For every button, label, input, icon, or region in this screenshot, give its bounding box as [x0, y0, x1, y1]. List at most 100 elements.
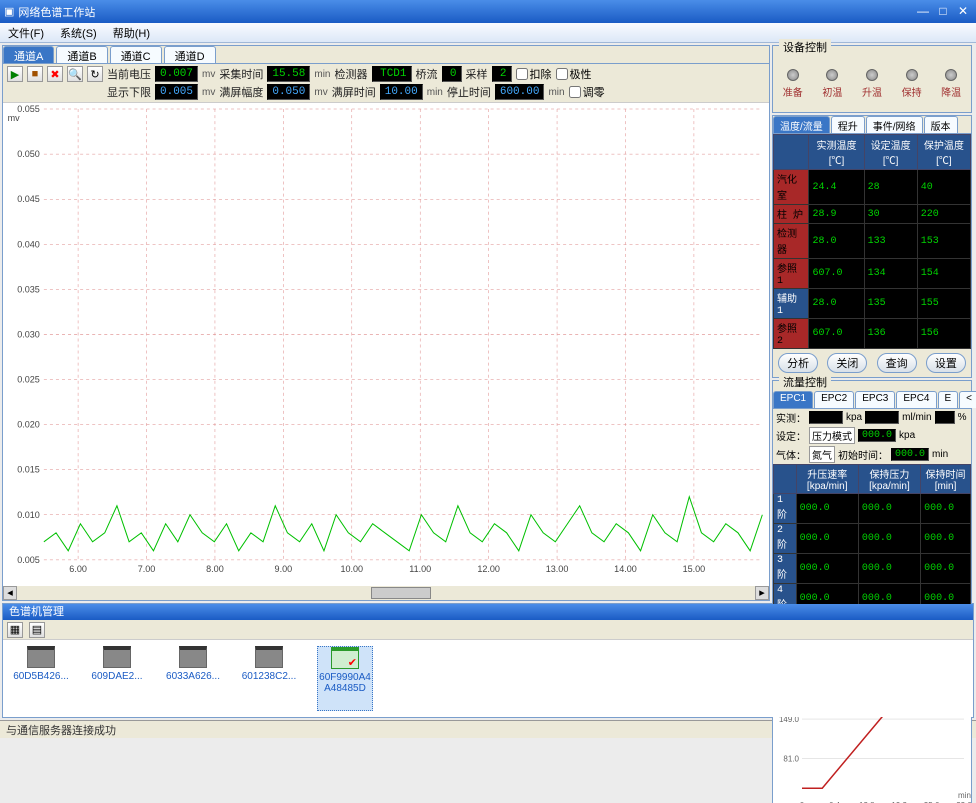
disp-low-value[interactable]: 0.005 [155, 84, 198, 100]
device-item-4[interactable]: 60F9990A4A48485D [317, 646, 373, 711]
tab-channel-c[interactable]: 通道C [110, 46, 162, 63]
view-large-icon[interactable]: ▤ [29, 622, 45, 638]
chart-scrollbar[interactable]: ◂ ▸ [3, 586, 769, 600]
init-time-label: 初始时间： [838, 447, 888, 462]
clean-amp-value[interactable]: 0.050 [267, 84, 310, 100]
device-item-0[interactable]: 60D5B426... [13, 646, 69, 711]
tab-channel-d[interactable]: 通道D [164, 46, 216, 63]
tab-channel-a[interactable]: 通道A [3, 46, 54, 63]
polarity-checkbox[interactable]: 极性 [556, 66, 592, 82]
measured-kpa [809, 411, 843, 424]
sub-tab-0[interactable]: 温度/流量 [773, 116, 830, 133]
window-title: 网络色谱工作站 [14, 4, 912, 20]
disp-low-label: 显示下限 [107, 84, 151, 100]
zoom-icon[interactable]: 🔍 [67, 66, 83, 82]
led-2[interactable]: 升温 [862, 69, 882, 99]
titlebar: ▣ 网络色谱工作站 — □ ✕ [0, 0, 976, 23]
bridge-label: 桥流 [416, 66, 438, 82]
sample-time-value: 15.58 [267, 66, 310, 82]
zero-checkbox[interactable]: 调零 [569, 84, 605, 100]
clean-amp-label: 满屏幅度 [219, 84, 263, 100]
epc-tab-1[interactable]: EPC2 [814, 391, 854, 408]
gas-select[interactable]: 氮气 [809, 446, 835, 463]
led-1[interactable]: 初温 [822, 69, 842, 99]
led-3[interactable]: 保持 [902, 69, 922, 99]
epc-tab-3[interactable]: EPC4 [896, 391, 936, 408]
table-row: 检测器28.0133153 [774, 224, 971, 259]
table-row: 3 阶000.0000.0000.0 [774, 554, 971, 584]
device-item-2[interactable]: 6033A626... [165, 646, 221, 711]
stop-time-value[interactable]: 600.00 [495, 84, 545, 100]
delete-icon[interactable]: ✖ [47, 66, 63, 82]
svg-text:8.00: 8.00 [206, 564, 224, 574]
deduct-checkbox[interactable]: 扣除 [516, 66, 552, 82]
table-row: 辅助 128.0135155 [774, 289, 971, 319]
init-time-value[interactable]: 000.0 [891, 448, 929, 461]
epc-tab-left[interactable]: < [959, 391, 976, 408]
view-small-icon[interactable]: ▦ [7, 622, 23, 638]
epc-tab-4[interactable]: E [938, 391, 959, 408]
menu-system[interactable]: 系统(S) [52, 25, 105, 41]
device-icon [331, 647, 359, 669]
current-voltage-label: 当前电压 [107, 66, 151, 82]
svg-text:0.050: 0.050 [17, 149, 40, 159]
mode-select[interactable]: 压力模式 [809, 427, 855, 444]
device-icon [255, 646, 283, 668]
svg-text:mv: mv [8, 113, 21, 123]
gas-label: 气体： [776, 447, 806, 462]
flow-control-title: 流量控制 [779, 374, 831, 390]
sub-tab-3[interactable]: 版本 [924, 116, 958, 133]
sub-tab-1[interactable]: 程升 [831, 116, 865, 133]
led-dot-icon [787, 69, 799, 81]
bridge-value: 0 [442, 66, 462, 82]
svg-text:32.0: 32.0 [956, 801, 971, 803]
svg-text:0.025: 0.025 [17, 375, 40, 385]
led-4[interactable]: 降温 [941, 69, 961, 99]
svg-text:0.020: 0.020 [17, 420, 40, 430]
menu-file[interactable]: 文件(F) [0, 25, 52, 41]
svg-text:0: 0 [800, 801, 805, 803]
detector-label: 检测器 [335, 66, 368, 82]
tab-channel-b[interactable]: 通道B [56, 46, 107, 63]
epc-tab-0[interactable]: EPC1 [773, 391, 813, 408]
full-time-label: 满屏时间 [332, 84, 376, 100]
sub-tab-2[interactable]: 事件/网络 [866, 116, 923, 133]
right-panel: 设备控制 准备初温升温保持降温 温度/流量程升事件/网络版本 实测温度[℃]设定… [772, 45, 972, 601]
led-0[interactable]: 准备 [783, 69, 803, 99]
close-button-panel[interactable]: 关闭 [827, 353, 867, 373]
measured-pct [935, 411, 955, 424]
svg-text:11.00: 11.00 [409, 564, 431, 574]
svg-text:6.4: 6.4 [829, 801, 841, 803]
minimize-button[interactable]: — [914, 5, 932, 19]
set-value[interactable]: 000.0 [858, 429, 896, 442]
svg-text:12.8: 12.8 [859, 801, 875, 803]
scroll-right-icon[interactable]: ▸ [755, 586, 769, 600]
menu-help[interactable]: 帮助(H) [105, 25, 158, 41]
full-time-value[interactable]: 10.00 [380, 84, 423, 100]
sample-value: 2 [492, 66, 512, 82]
stop-time-label: 停止时间 [447, 84, 491, 100]
measured-label: 实测： [776, 410, 806, 425]
analyze-button[interactable]: 分析 [778, 353, 818, 373]
svg-text:min: min [958, 791, 971, 800]
close-button[interactable]: ✕ [954, 5, 972, 19]
device-control-title: 设备控制 [779, 39, 831, 55]
stop-icon[interactable]: ■ [27, 66, 43, 82]
device-item-3[interactable]: 601238C2... [241, 646, 297, 711]
query-button[interactable]: 查询 [877, 353, 917, 373]
set-button[interactable]: 设置 [926, 353, 966, 373]
scroll-left-icon[interactable]: ◂ [3, 586, 17, 600]
svg-text:0.040: 0.040 [17, 239, 40, 249]
svg-text:15.00: 15.00 [683, 564, 706, 574]
epc-tab-2[interactable]: EPC3 [855, 391, 895, 408]
refresh-icon[interactable]: ↻ [87, 66, 103, 82]
scroll-thumb[interactable] [371, 587, 431, 599]
main-chart[interactable]: 0.0550.0500.0450.0400.0350.0300.0250.020… [3, 103, 769, 586]
play-icon[interactable]: ▶ [7, 66, 23, 82]
flow-table: 升压速率[kpa/min]保持压力[kpa/min]保持时间[min]1 阶00… [773, 464, 971, 614]
device-item-1[interactable]: 609DAE2... [89, 646, 145, 711]
svg-text:0.010: 0.010 [17, 510, 40, 520]
device-icon [179, 646, 207, 668]
maximize-button[interactable]: □ [934, 5, 952, 19]
svg-text:0.045: 0.045 [17, 194, 40, 204]
